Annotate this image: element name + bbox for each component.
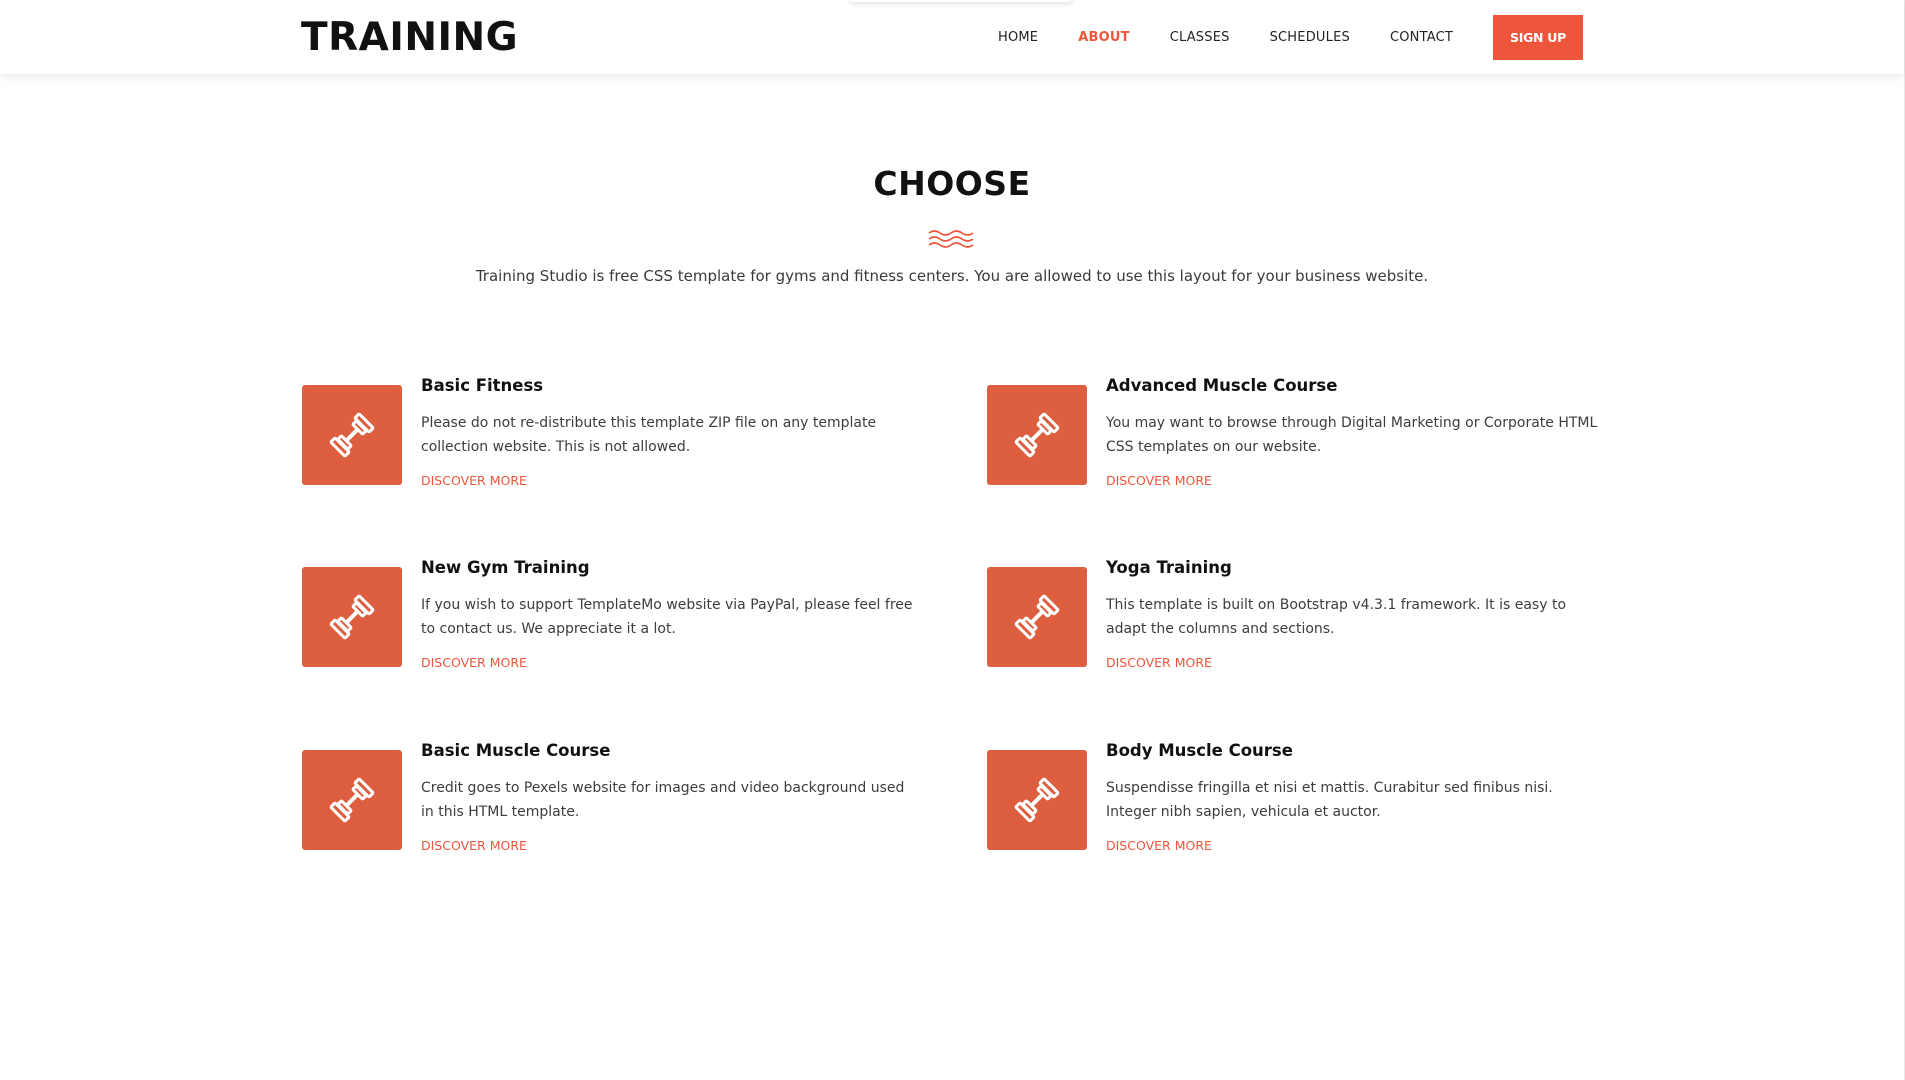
feature-icon-box: [987, 750, 1087, 850]
feature-item: Body Muscle Course Suspendisse fringilla…: [987, 741, 1607, 900]
page: TRAINING HOME ABOUT CLASSES SCHEDULES CO…: [0, 0, 1905, 1080]
feature-title: Advanced Muscle Course: [1106, 376, 1338, 395]
feature-title: Basic Muscle Course: [421, 741, 611, 760]
feature-title: New Gym Training: [421, 558, 590, 577]
dumbbell-icon: [329, 594, 375, 640]
feature-icon-box: [987, 567, 1087, 667]
feature-icon-box: [302, 567, 402, 667]
main-nav: HOME ABOUT CLASSES SCHEDULES CONTACT SIG…: [958, 0, 1583, 74]
dumbbell-icon: [1014, 777, 1060, 823]
feature-icon-box: [302, 385, 402, 485]
feature-item: New Gym Training If you wish to support …: [302, 558, 922, 717]
feature-text: Credit goes to Pexels website for images…: [421, 780, 905, 820]
feature-icon-box: [987, 385, 1087, 485]
nav-item-contact[interactable]: CONTACT: [1390, 30, 1453, 45]
dumbbell-icon: [1014, 594, 1060, 640]
feature-title: Body Muscle Course: [1106, 741, 1293, 760]
waves-icon: [928, 230, 974, 248]
discover-more-link[interactable]: DISCOVER MORE: [421, 473, 527, 488]
section-title: CHOOSE: [873, 164, 1031, 203]
feature-text: This template is built on Bootstrap v4.3…: [1106, 597, 1567, 637]
nav-item-schedules[interactable]: SCHEDULES: [1270, 30, 1350, 45]
feature-icon-box: [302, 750, 402, 850]
feature-text: If you wish to support TemplateMo websit…: [421, 597, 913, 637]
dumbbell-icon: [329, 412, 375, 458]
discover-more-link[interactable]: DISCOVER MORE: [421, 838, 527, 853]
dumbbell-icon: [1014, 412, 1060, 458]
discover-more-link[interactable]: DISCOVER MORE: [421, 655, 527, 670]
feature-item: Advanced Muscle Course You may want to b…: [987, 376, 1607, 535]
discover-more-link[interactable]: DISCOVER MORE: [1106, 655, 1212, 670]
sign-up-button[interactable]: SIGN UP: [1493, 14, 1583, 60]
feature-item: Basic Muscle Course Credit goes to Pexel…: [302, 741, 922, 900]
feature-text: You may want to browse through Digital M…: [1106, 415, 1598, 455]
nav-item-about[interactable]: ABOUT: [1078, 30, 1129, 45]
discover-more-link[interactable]: DISCOVER MORE: [1106, 838, 1212, 853]
feature-item: Yoga Training This template is built on …: [987, 558, 1607, 717]
section-description: Training Studio is free CSS template for…: [475, 267, 1429, 285]
site-logo[interactable]: TRAINING: [301, 14, 518, 62]
feature-text: Suspendisse fringilla et nisi et mattis.…: [1106, 780, 1553, 820]
nav-item-classes[interactable]: CLASSES: [1170, 30, 1230, 45]
discover-more-link[interactable]: DISCOVER MORE: [1106, 473, 1212, 488]
dumbbell-icon: [329, 777, 375, 823]
site-header: TRAINING HOME ABOUT CLASSES SCHEDULES CO…: [0, 0, 1904, 74]
header-container: TRAINING HOME ABOUT CLASSES SCHEDULES CO…: [301, 0, 1583, 74]
feature-text: Please do not re-distribute this templat…: [421, 415, 877, 455]
feature-item: Basic Fitness Please do not re-distribut…: [302, 376, 922, 535]
feature-title: Yoga Training: [1106, 558, 1232, 577]
feature-title: Basic Fitness: [421, 376, 544, 395]
nav-item-home[interactable]: HOME: [998, 30, 1038, 45]
top-tab-decoration: [848, 0, 1074, 2]
